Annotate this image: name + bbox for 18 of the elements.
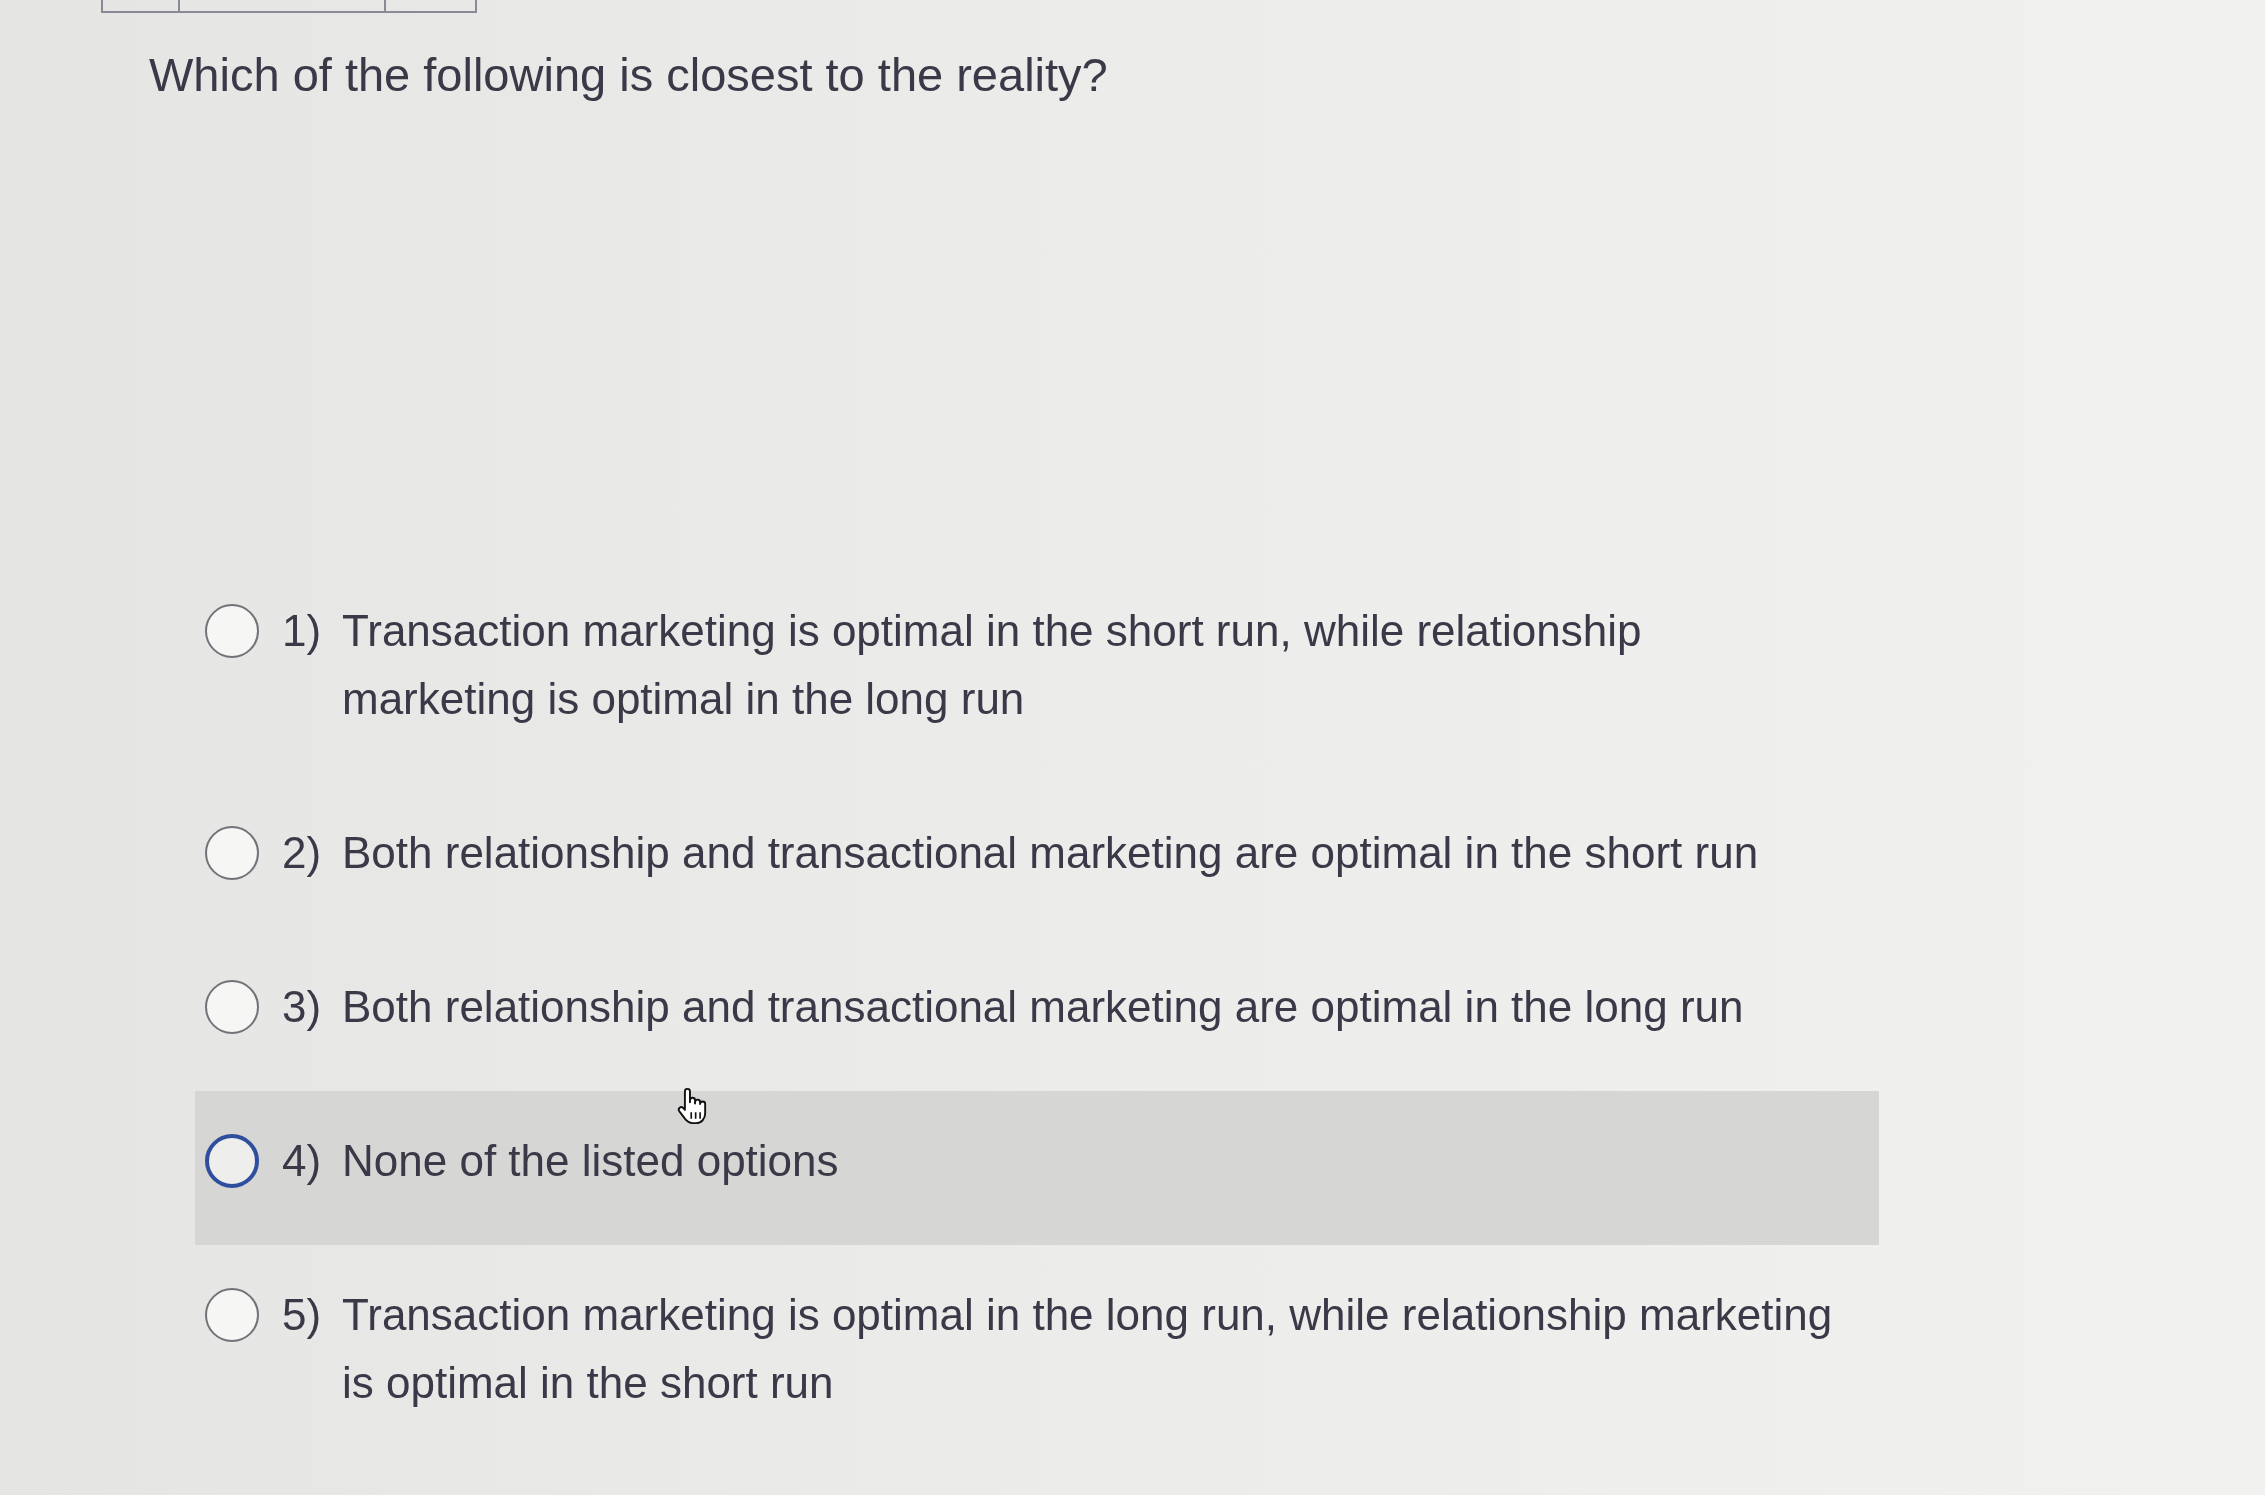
option-text: Both relationship and transactional marketing are optimal in the short run [342,827,1759,879]
option-text: Transaction marketing is optimal in the long run, while relationship marketing is optimal in the short run [342,1289,1834,1409]
option-text: Both relationship and transactional marketing are optimal in the long run [342,981,1744,1033]
radio-button[interactable] [205,604,259,658]
hand-cursor-icon [676,1087,709,1125]
option-number: 3) [282,981,323,1033]
question-text: Which of the following is closest to the reality? [149,50,1108,100]
option-text: None of the listed options [342,1135,839,1187]
option-number: 1) [282,605,323,657]
option-number: 2) [282,827,323,879]
hovered-option-row[interactable]: 4) None of the listed options [195,1091,1879,1245]
radio-button[interactable] [205,1288,259,1342]
radio-button[interactable] [205,826,259,880]
option-number: 5) [282,1289,323,1341]
radio-button[interactable] [205,980,259,1034]
option-number: 4) [282,1135,323,1187]
option-text: Transaction marketing is optimal in the short run, while relationship marketing is optimal in the long run [342,605,1643,725]
radio-button[interactable] [205,1134,259,1188]
